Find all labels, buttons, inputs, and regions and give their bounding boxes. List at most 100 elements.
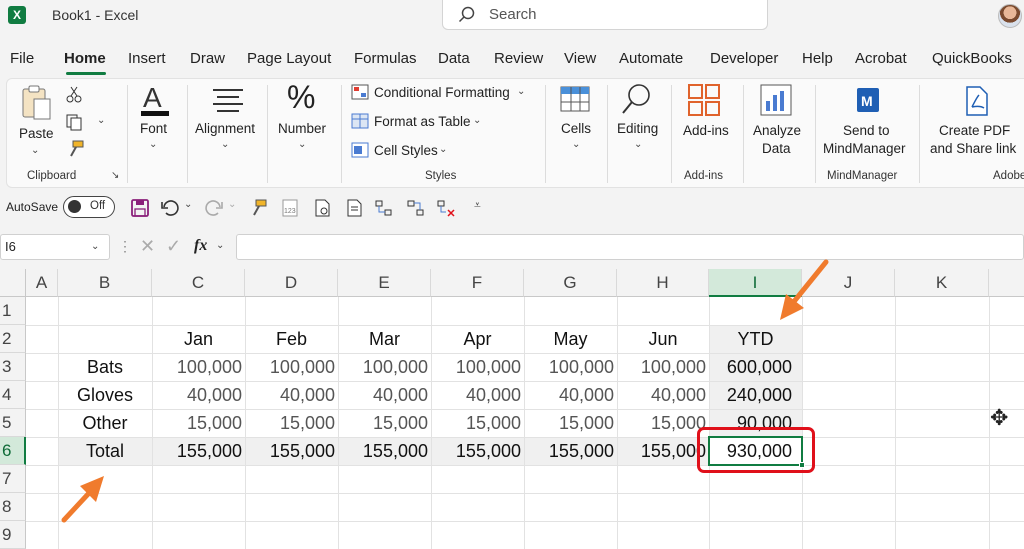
font-chevron-icon[interactable]: ⌄ [149, 139, 157, 150]
analyze-data-line2[interactable]: Data [762, 141, 791, 156]
redo-icon[interactable] [204, 198, 224, 218]
autosave-toggle[interactable]: Off [63, 196, 115, 218]
editing-button[interactable]: Editing [617, 121, 658, 136]
data-cell[interactable]: 40,000 [152, 381, 245, 409]
row-header-6[interactable]: 6 [0, 437, 26, 465]
format-painter-quick-icon[interactable] [248, 198, 268, 218]
row-header-8[interactable]: 8 [0, 493, 26, 521]
data-cell[interactable]: 40,000 [524, 381, 617, 409]
data-cell[interactable]: 40,000 [431, 381, 524, 409]
data-cell[interactable]: 100,000 [431, 353, 524, 381]
select-all-corner[interactable] [0, 269, 26, 297]
column-header-e[interactable]: E [338, 269, 431, 297]
alignment-icon[interactable] [211, 87, 245, 113]
tab-help[interactable]: Help [802, 50, 833, 67]
row-label-other[interactable]: Other [58, 409, 152, 437]
tab-automate[interactable]: Automate [619, 50, 683, 67]
tab-data[interactable]: Data [438, 50, 470, 67]
data-cell[interactable]: 40,000 [245, 381, 338, 409]
number-button[interactable]: Number [278, 121, 326, 136]
row-label-gloves[interactable]: Gloves [58, 381, 152, 409]
copy-chevron-icon[interactable]: ⌄ [97, 115, 105, 126]
data-cell[interactable]: 100,000 [245, 353, 338, 381]
ytd-cell[interactable]: 240,000 [709, 381, 802, 409]
format-as-table-chevron-icon[interactable]: ⌄ [473, 115, 481, 126]
data-cell[interactable]: 15,000 [431, 409, 524, 437]
addins-icon[interactable] [687, 83, 721, 117]
data-cell[interactable]: 15,000 [152, 409, 245, 437]
undo-icon[interactable] [160, 198, 180, 218]
column-header-b[interactable]: B [58, 269, 152, 297]
send-to-line1[interactable]: Send to [843, 123, 890, 138]
tab-review[interactable]: Review [494, 50, 543, 67]
trace-dependents-icon[interactable] [406, 198, 426, 218]
user-avatar[interactable] [998, 4, 1022, 28]
paste-chevron-icon[interactable]: ⌄ [31, 145, 39, 156]
row-label-bats[interactable]: Bats [58, 353, 152, 381]
total-cell[interactable]: 155,000 [338, 437, 431, 465]
data-cell[interactable]: 40,000 [338, 381, 431, 409]
formula-input[interactable] [236, 234, 1024, 260]
name-box[interactable]: I6 ⌄ [0, 234, 110, 260]
column-header-k[interactable]: K [895, 269, 989, 297]
row-header-1[interactable]: 1 [0, 297, 26, 325]
customize-toolbar-icon[interactable]: ⩡ [474, 198, 481, 213]
save-icon[interactable] [130, 198, 150, 218]
undo-chevron-icon[interactable]: ⌄ [184, 199, 192, 210]
column-header-g[interactable]: G [524, 269, 617, 297]
tab-page-layout[interactable]: Page Layout [247, 50, 331, 67]
row-label-total[interactable]: Total [58, 437, 152, 465]
cells-button[interactable]: Cells [561, 121, 591, 136]
alignment-chevron-icon[interactable]: ⌄ [221, 139, 229, 150]
remove-arrows-icon[interactable] [436, 198, 456, 218]
tab-view[interactable]: View [564, 50, 596, 67]
cell-styles-button[interactable]: Cell Styles [374, 143, 438, 158]
total-cell[interactable]: 155,000 [524, 437, 617, 465]
total-cell[interactable]: 155,000 [245, 437, 338, 465]
cell-styles-chevron-icon[interactable]: ⌄ [439, 144, 447, 155]
column-header-d[interactable]: D [245, 269, 338, 297]
name-box-chevron-icon[interactable]: ⌄ [91, 241, 99, 252]
data-cell[interactable]: 100,000 [524, 353, 617, 381]
data-cell[interactable]: 40,000 [617, 381, 709, 409]
trace-precedents-icon[interactable] [374, 198, 394, 218]
format-as-table-button[interactable]: Format as Table [374, 114, 471, 129]
total-cell[interactable]: 155,000 [152, 437, 245, 465]
data-cell[interactable]: 100,000 [152, 353, 245, 381]
column-header-c[interactable]: C [152, 269, 245, 297]
cells-icon[interactable] [559, 83, 591, 115]
header-cell-mar[interactable]: Mar [338, 325, 431, 353]
formula-bar-handle-icon[interactable]: ⋮ [118, 238, 132, 255]
font-icon[interactable]: A [139, 83, 171, 119]
tab-developer[interactable]: Developer [710, 50, 778, 67]
header-cell-jun[interactable]: Jun [617, 325, 709, 353]
row-header-2[interactable]: 2 [0, 325, 26, 353]
column-header-a[interactable]: A [26, 269, 58, 297]
header-cell-may[interactable]: May [524, 325, 617, 353]
clipboard-launcher-icon[interactable]: ↘ [111, 170, 119, 181]
total-cell[interactable]: 155,000 [431, 437, 524, 465]
column-header-l[interactable] [989, 269, 1024, 297]
editing-chevron-icon[interactable]: ⌄ [634, 139, 642, 150]
addins-button[interactable]: Add-ins [683, 123, 729, 138]
analyze-data-icon[interactable] [759, 83, 793, 117]
search-box[interactable]: Search [442, 0, 768, 30]
header-cell-feb[interactable]: Feb [245, 325, 338, 353]
tab-acrobat[interactable]: Acrobat [855, 50, 907, 67]
redo-chevron-icon[interactable]: ⌄ [228, 199, 236, 210]
font-button[interactable]: Font [140, 121, 167, 136]
print-icon[interactable] [344, 198, 364, 218]
row-header-3[interactable]: 3 [0, 353, 26, 381]
row-header-4[interactable]: 4 [0, 381, 26, 409]
column-header-f[interactable]: F [431, 269, 524, 297]
cells-chevron-icon[interactable]: ⌄ [572, 139, 580, 150]
row-header-7[interactable]: 7 [0, 465, 26, 493]
create-pdf-line1[interactable]: Create PDF [939, 123, 1010, 138]
cancel-icon[interactable]: ✕ [140, 236, 155, 257]
tab-quickbooks[interactable]: QuickBooks [932, 50, 1012, 67]
paste-button[interactable]: Paste [19, 126, 54, 141]
row-header-9[interactable]: 9 [0, 521, 26, 549]
analyze-data-line1[interactable]: Analyze [753, 123, 801, 138]
tab-draw[interactable]: Draw [190, 50, 225, 67]
copy-icon[interactable] [65, 113, 85, 131]
